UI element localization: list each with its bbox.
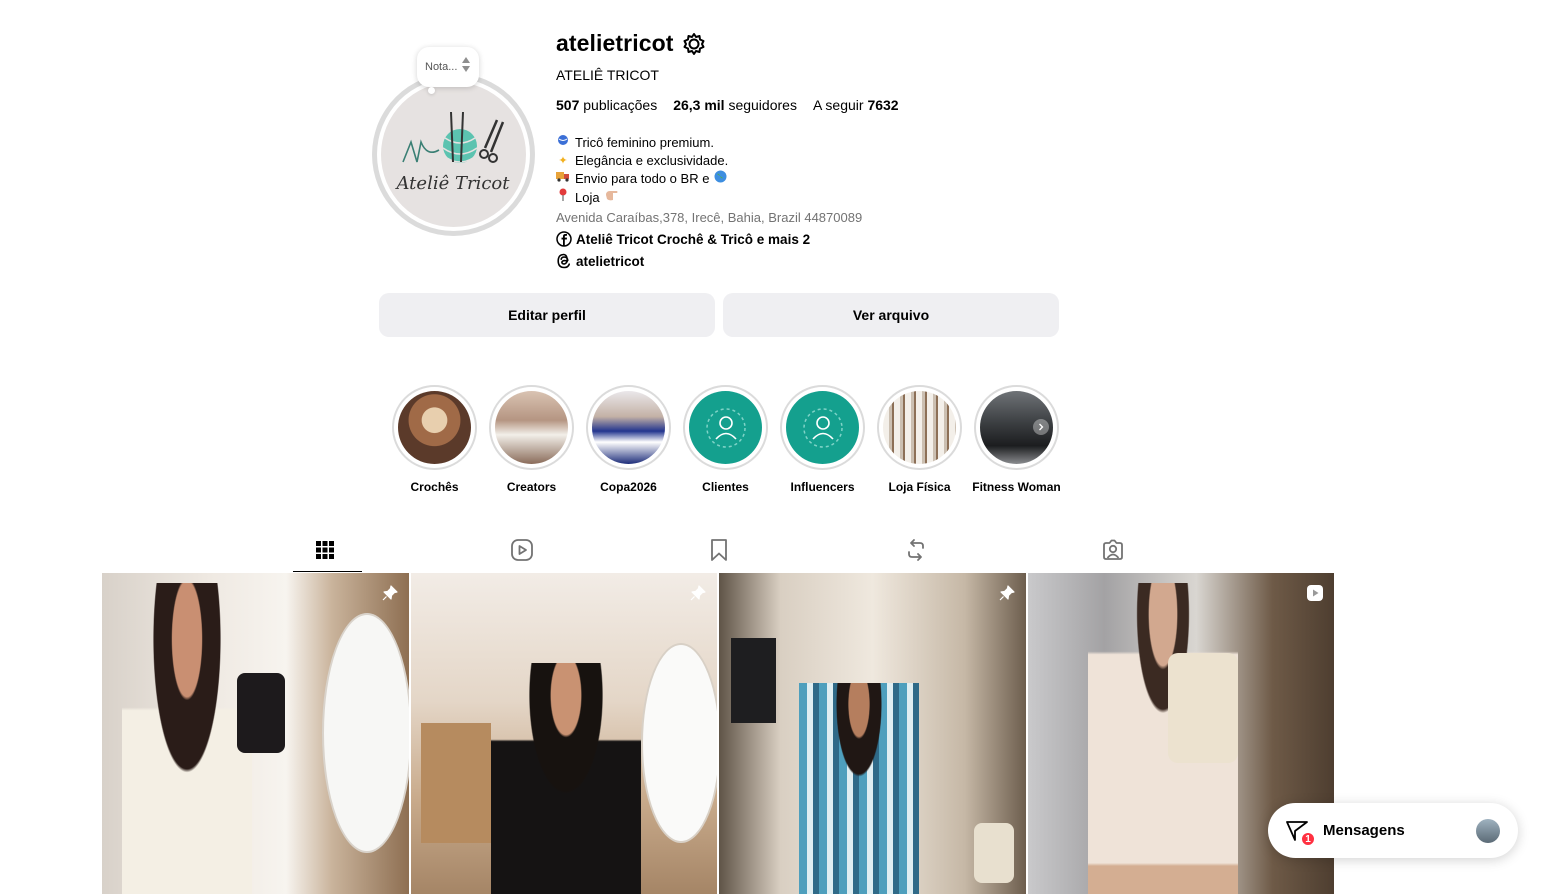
highlight-thumbnail: [495, 391, 568, 464]
username: atelietricot: [556, 30, 674, 56]
tab-reels[interactable]: [423, 528, 620, 572]
highlight-thumbnail: [689, 391, 762, 464]
facebook-link[interactable]: Ateliê Tricot Crochê & Tricô e mais 2: [556, 231, 810, 247]
repost-icon: [904, 538, 928, 562]
bio-line: ✦ Elegância e exclusividade.: [556, 152, 728, 170]
highlight-thumbnail: [883, 391, 956, 464]
unread-badge: 1: [1300, 831, 1316, 847]
story-highlights: Crochês Creators Copa2026 Clientes Influ…: [392, 385, 1061, 494]
highlight-person-icon: [802, 407, 843, 448]
logo-wordmark: Ateliê Tricot: [395, 173, 511, 194]
atelie-tricot-logo: Ateliê Tricot: [381, 82, 526, 227]
chevron-right-icon[interactable]: [1033, 419, 1049, 435]
posts-grid: [102, 573, 1334, 894]
highlight-label: Crochês: [410, 480, 459, 494]
tab-reposts[interactable]: [817, 528, 1014, 572]
messages-label: Mensagens: [1323, 822, 1405, 839]
messages-bar[interactable]: 1 Mensagens: [1268, 803, 1518, 858]
posts-stat: 507 publicações: [556, 97, 658, 113]
bio-line: Loja: [556, 188, 728, 208]
bio-line: Tricô feminino premium.: [556, 134, 728, 152]
tab-saved[interactable]: [620, 528, 817, 572]
profile-tabs: [226, 528, 1211, 572]
highlight-croches[interactable]: Crochês: [392, 385, 477, 494]
note-label: Nota...: [425, 61, 458, 73]
highlight-label: Loja Física: [888, 480, 951, 494]
followers-stat[interactable]: 26,3 mil seguidores: [673, 97, 797, 113]
highlight-influencers[interactable]: Influencers: [780, 385, 865, 494]
bio-line: Envio para todo o BR e: [556, 170, 728, 188]
highlight-clientes[interactable]: Clientes: [683, 385, 768, 494]
edit-profile-button[interactable]: Editar perfil: [379, 293, 715, 337]
pin-icon: [689, 584, 707, 602]
profile-avatar[interactable]: Ateliê Tricot: [372, 73, 535, 236]
threads-icon: [556, 253, 572, 269]
pin-icon: [381, 584, 399, 602]
bookmark-icon: [708, 538, 730, 562]
globe-icon: [714, 170, 727, 188]
highlight-person-icon: [705, 407, 746, 448]
profile-stats: 507 publicações 26,3 mil seguidores A se…: [556, 97, 899, 113]
highlight-label: Clientes: [702, 480, 749, 494]
highlight-label: Creators: [506, 480, 557, 494]
address: Avenida Caraíbas,378, Irecê, Bahia, Braz…: [556, 210, 863, 225]
post-thumbnail[interactable]: [102, 573, 409, 894]
round-pushpin-icon: [556, 188, 570, 208]
avatar: [1476, 819, 1500, 843]
tagged-icon: [1101, 538, 1125, 562]
highlight-label: Influencers: [790, 480, 855, 494]
grid-icon: [315, 540, 335, 560]
reel-icon: [1306, 584, 1324, 602]
tab-posts[interactable]: [226, 528, 423, 572]
following-stat[interactable]: A seguir 7632: [813, 97, 899, 113]
highlight-thumbnail: [592, 391, 665, 464]
highlight-label: Fitness Woman: [972, 480, 1061, 494]
highlight-thumbnail: [398, 391, 471, 464]
facebook-icon: [556, 231, 572, 247]
post-thumbnail[interactable]: [719, 573, 1026, 894]
highlight-copa2026[interactable]: Copa2026: [586, 385, 671, 494]
highlight-thumbnail: [980, 391, 1053, 464]
reels-icon: [510, 538, 534, 562]
bio: Tricô feminino premium. ✦ Elegância e ex…: [556, 134, 728, 208]
threads-link[interactable]: atelietricot: [556, 253, 644, 269]
highlight-thumbnail: [786, 391, 859, 464]
post-thumbnail[interactable]: [410, 573, 717, 894]
pointing-hand-icon: [605, 189, 619, 207]
highlight-creators[interactable]: Creators: [489, 385, 574, 494]
note-stepper-icon: [462, 57, 470, 72]
tab-tagged[interactable]: [1014, 528, 1211, 572]
highlight-label: Copa2026: [600, 480, 657, 494]
highlight-loja-fisica[interactable]: Loja Física: [877, 385, 962, 494]
note-bubble[interactable]: Nota...: [417, 47, 479, 94]
sparkles-icon: ✦: [558, 155, 568, 167]
full-name: ATELIÊ TRICOT: [556, 67, 659, 83]
pin-icon: [998, 584, 1016, 602]
settings-gear-icon[interactable]: [682, 32, 706, 56]
view-archive-button[interactable]: Ver arquivo: [723, 293, 1059, 337]
delivery-truck-icon: [556, 170, 570, 188]
highlight-fitness-woman[interactable]: Fitness Woman: [972, 385, 1061, 494]
yarn-ball-icon: [556, 134, 570, 152]
